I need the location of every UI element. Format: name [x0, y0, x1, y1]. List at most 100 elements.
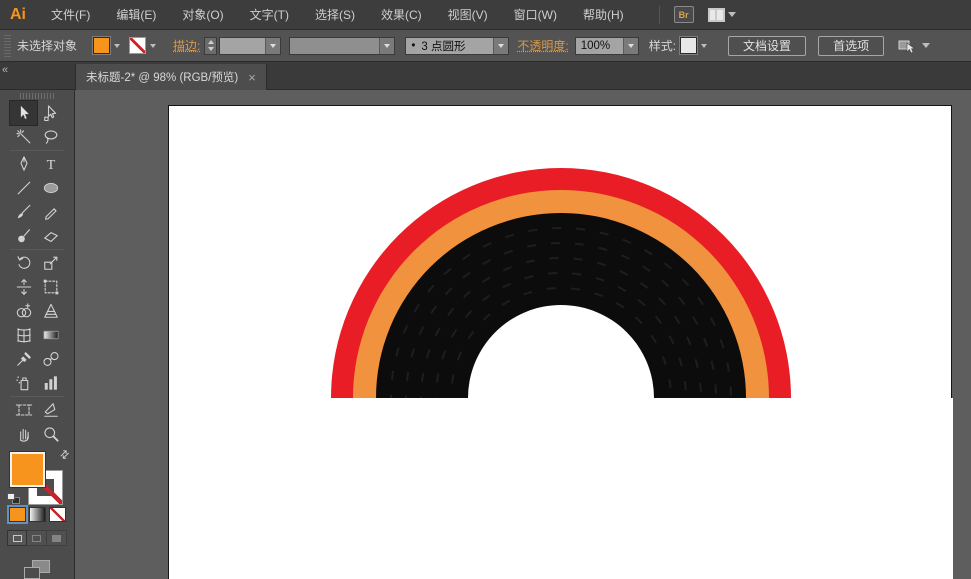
chevron-down-icon[interactable]	[379, 38, 394, 54]
default-fill-stroke-icon[interactable]	[7, 493, 20, 504]
ellipse-tool[interactable]	[37, 176, 64, 200]
perspective-grid-tool[interactable]	[37, 299, 64, 323]
stroke-color-dropdown[interactable]	[146, 37, 159, 54]
select-similar-objects-button[interactable]	[898, 38, 930, 54]
stroke-weight-combo[interactable]	[219, 37, 281, 55]
zoom-icon	[41, 424, 61, 444]
menu-item[interactable]: 效果(C)	[368, 0, 435, 30]
opacity-panel-link[interactable]: 不透明度:	[517, 37, 568, 54]
workspace-switcher-button[interactable]	[708, 8, 736, 22]
menu-bar-right: Br	[659, 6, 736, 24]
gradient-button[interactable]	[29, 507, 46, 522]
direct-selection-tool[interactable]	[37, 101, 64, 125]
fill-color-swatch[interactable]	[93, 37, 110, 54]
free-transform-tool[interactable]	[37, 275, 64, 299]
tools-panel-grip[interactable]	[20, 93, 54, 99]
stroke-weight-stepper[interactable]	[204, 37, 217, 55]
eraser-tool[interactable]	[37, 224, 64, 248]
gradient-icon	[41, 325, 61, 345]
symbol-sprayer-tool[interactable]	[10, 371, 37, 395]
chevron-down-icon[interactable]	[265, 38, 280, 54]
pencil-tool[interactable]	[37, 200, 64, 224]
blob-brush-tool[interactable]	[10, 224, 37, 248]
column-graph-tool[interactable]	[37, 371, 64, 395]
control-bar: 未选择对象 描边: • 3 点圆形 不透明度: 100% 样式: 文档设置 首选…	[0, 30, 971, 62]
chevron-down-icon	[728, 12, 736, 17]
eyedropper-tool[interactable]	[10, 347, 37, 371]
eyedropper-icon	[14, 349, 34, 369]
close-tab-icon[interactable]: ×	[248, 70, 256, 85]
width-profile-combo[interactable]	[289, 37, 395, 55]
width-tool-tool[interactable]	[10, 275, 37, 299]
double-chevron-left-icon: «	[2, 64, 7, 76]
menu-item[interactable]: 视图(V)	[435, 0, 501, 30]
draw-normal-button[interactable]	[7, 530, 27, 546]
menu-bar: Ai 文件(F)编辑(E)对象(O)文字(T)选择(S)效果(C)视图(V)窗口…	[0, 0, 971, 30]
free-transform-icon	[41, 277, 61, 297]
artboard-tool-tool[interactable]	[10, 398, 37, 422]
tools-panel: T ⇄	[0, 90, 75, 579]
canvas-pasteboard[interactable]	[75, 90, 971, 579]
paintbrush-tool[interactable]	[10, 200, 37, 224]
mesh-tool[interactable]	[10, 323, 37, 347]
menu-item[interactable]: 帮助(H)	[570, 0, 637, 30]
collapse-panels-button[interactable]: «	[0, 62, 75, 89]
menu-item[interactable]: 文件(F)	[38, 0, 103, 30]
scale-tool[interactable]	[37, 251, 64, 275]
tools-separator	[10, 249, 64, 250]
type-icon: T	[41, 154, 61, 174]
menu-item[interactable]: 编辑(E)	[103, 0, 169, 30]
selection-icon	[14, 103, 34, 123]
rotate-tool[interactable]	[10, 251, 37, 275]
artboard[interactable]	[168, 105, 952, 579]
change-screen-mode-button[interactable]	[24, 560, 50, 579]
fill-color-indicator[interactable]	[10, 452, 45, 487]
lasso-tool[interactable]	[37, 125, 64, 149]
panel-grip[interactable]	[4, 35, 11, 57]
type-tool[interactable]: T	[37, 152, 64, 176]
zoom-tool[interactable]	[37, 422, 64, 446]
stroke-weight-value	[220, 38, 265, 54]
pen-tool[interactable]	[10, 152, 37, 176]
brush-definition-combo[interactable]: • 3 点圆形	[405, 37, 509, 55]
go-to-bridge-button[interactable]: Br	[674, 6, 694, 23]
direct-selection-icon	[41, 103, 61, 123]
stroke-panel-link[interactable]: 描边:	[173, 37, 200, 54]
column-graph-icon	[41, 373, 61, 393]
scale-icon	[41, 253, 61, 273]
draw-behind-button[interactable]	[27, 530, 47, 546]
hand-tool[interactable]	[10, 422, 37, 446]
artboard-lower-area	[169, 398, 953, 579]
swap-fill-stroke-icon[interactable]: ⇄	[57, 446, 73, 462]
tab-bar: « 未标题-2* @ 98% (RGB/预览) ×	[0, 62, 971, 90]
magic-wand-tool[interactable]	[10, 125, 37, 149]
preferences-button[interactable]: 首选项	[818, 36, 884, 56]
chevron-down-icon[interactable]	[623, 38, 638, 54]
blend-tool[interactable]	[37, 347, 64, 371]
document-setup-button[interactable]: 文档设置	[728, 36, 806, 56]
menu-item[interactable]: 对象(O)	[169, 0, 236, 30]
document-tab[interactable]: 未标题-2* @ 98% (RGB/预览) ×	[75, 64, 267, 90]
menu-item[interactable]: 窗口(W)	[501, 0, 570, 30]
eraser-icon	[41, 226, 61, 246]
menu-item[interactable]: 选择(S)	[302, 0, 368, 30]
gradient-tool[interactable]	[37, 323, 64, 347]
style-swatch[interactable]	[680, 37, 697, 54]
color-button[interactable]	[9, 507, 26, 522]
none-button[interactable]	[49, 507, 66, 522]
shape-builder-tool[interactable]	[10, 299, 37, 323]
fill-color-dropdown[interactable]	[110, 37, 123, 54]
line-segment-tool[interactable]	[10, 176, 37, 200]
drawing-mode-buttons	[7, 530, 67, 546]
stroke-color-swatch[interactable]	[129, 37, 146, 54]
menu-item[interactable]: 文字(T)	[237, 0, 302, 30]
rainbow-artwork[interactable]	[169, 106, 953, 579]
opacity-combo[interactable]: 100%	[575, 37, 639, 55]
draw-inside-button[interactable]	[47, 530, 67, 546]
style-dropdown[interactable]	[697, 37, 710, 54]
chevron-down-icon[interactable]	[493, 38, 508, 54]
selection-tool[interactable]	[10, 101, 37, 125]
slice-tool[interactable]	[37, 398, 64, 422]
blend-icon	[41, 349, 61, 369]
opacity-value: 100%	[576, 38, 623, 54]
